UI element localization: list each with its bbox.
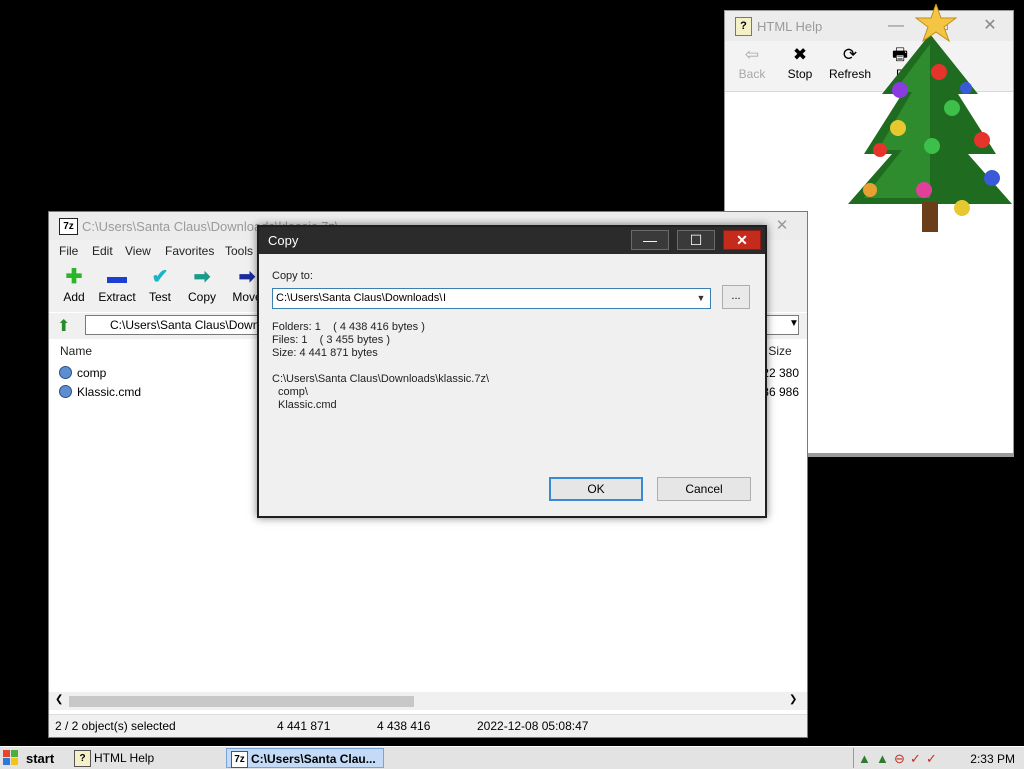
- system-tray: ▲ ▲ ⊖ ✓ ✓ 2:33 PM: [853, 748, 1024, 768]
- back-button[interactable]: ⇦ Back: [727, 43, 777, 81]
- menu-file[interactable]: File: [59, 244, 78, 258]
- christmas-tree-icon: [848, 4, 1012, 232]
- task-html-help[interactable]: ? HTML Help: [70, 748, 220, 768]
- copy-to-label: Copy to:: [272, 270, 313, 282]
- size-info: Size: 4 441 871 bytes: [272, 347, 378, 359]
- dialog-titlebar[interactable]: Copy — ☐ ✕: [259, 227, 765, 254]
- back-arrow-icon: ⇦: [744, 45, 760, 64]
- task-7zip[interactable]: 7z C:\Users\Santa Clau...: [226, 748, 384, 768]
- 7zip-icon: 7z: [59, 218, 78, 235]
- add-label: Add: [63, 290, 85, 304]
- 7zip-icon: 7z: [231, 751, 248, 768]
- maximize-icon[interactable]: ☐: [677, 230, 715, 250]
- help-icon: ?: [735, 17, 752, 36]
- item-packed: 86 986: [762, 385, 799, 399]
- destination-combobox[interactable]: C:\Users\Santa Claus\Downloads\ I ▼: [272, 288, 711, 309]
- column-name[interactable]: Name: [60, 344, 92, 358]
- status-bar: 2 / 2 object(s) selected 4 441 871 4 438…: [49, 714, 807, 737]
- extract-button[interactable]: ▬ Extract: [95, 264, 139, 304]
- text-cursor-icon: I: [443, 292, 447, 304]
- close-icon[interactable]: ✕: [765, 215, 799, 237]
- up-folder-icon[interactable]: ⬆: [57, 316, 70, 336]
- stop-button[interactable]: ✖ Stop: [775, 43, 825, 81]
- stop-icon: ✖: [792, 45, 808, 64]
- ok-button[interactable]: OK: [549, 477, 643, 501]
- copy-label: Copy: [187, 290, 216, 304]
- destination-text: C:\Users\Santa Claus\Downloads\: [276, 292, 443, 304]
- copy-button[interactable]: ➡ Copy: [185, 264, 219, 304]
- check-icon[interactable]: ✓: [926, 751, 937, 767]
- test-check-icon: ✔: [151, 266, 169, 288]
- network-icon[interactable]: ▲: [876, 751, 889, 766]
- dialog-title: Copy: [268, 233, 299, 248]
- test-label: Test: [148, 290, 171, 304]
- address-dropdown-icon[interactable]: ▼: [789, 318, 799, 329]
- network-icon[interactable]: ▲: [858, 751, 871, 766]
- folder-icon: [59, 366, 72, 379]
- item-name: Klassic.cmd: [77, 385, 142, 399]
- copy-dialog: Copy — ☐ ✕ Copy to: C:\Users\Santa Claus…: [257, 225, 767, 518]
- horizontal-scrollbar[interactable]: ❮ ❯: [49, 692, 807, 710]
- chevron-down-icon[interactable]: ▼: [694, 291, 708, 306]
- test-button[interactable]: ✔ Test: [143, 264, 177, 304]
- item-path: Klassic.cmd: [278, 399, 337, 411]
- add-plus-icon: ✚: [65, 266, 83, 288]
- files-info: Files: 1 ( 3 455 bytes ): [272, 334, 390, 346]
- archive-path: C:\Users\Santa Claus\Downloads\klassic.7…: [272, 373, 490, 385]
- clock[interactable]: 2:33 PM: [970, 752, 1015, 766]
- browse-button[interactable]: ...: [722, 285, 750, 309]
- item-path: comp\: [278, 386, 308, 398]
- taskbar: start ? HTML Help 7z C:\Users\Santa Clau…: [0, 746, 1024, 769]
- help-window-edge: [808, 454, 1014, 457]
- add-button[interactable]: ✚ Add: [57, 264, 91, 304]
- task-label: C:\Users\Santa Clau...: [251, 752, 376, 766]
- copy-arrow-icon: ➡: [193, 266, 211, 288]
- status-selected: 2 / 2 object(s) selected: [55, 719, 176, 733]
- volume-icon[interactable]: ⊖: [894, 751, 905, 767]
- scroll-left-icon[interactable]: ❮: [55, 694, 63, 705]
- status-modified: 2022-12-08 05:08:47: [477, 719, 589, 733]
- menu-view[interactable]: View: [125, 244, 151, 258]
- close-icon[interactable]: ✕: [723, 230, 761, 250]
- check-icon[interactable]: ✓: [910, 751, 921, 767]
- menu-favorites[interactable]: Favorites: [165, 244, 214, 258]
- windows-logo-icon: [3, 750, 18, 765]
- start-button[interactable]: start: [0, 747, 58, 769]
- folders-info: Folders: 1 ( 4 438 416 bytes ): [272, 321, 425, 333]
- menu-edit[interactable]: Edit: [92, 244, 113, 258]
- minimize-icon[interactable]: —: [631, 230, 669, 250]
- extract-minus-icon: ▬: [107, 266, 127, 288]
- scroll-right-icon[interactable]: ❯: [789, 694, 797, 705]
- help-icon: ?: [74, 750, 91, 767]
- item-name: comp: [77, 366, 107, 380]
- cancel-button[interactable]: Cancel: [657, 477, 751, 501]
- file-icon: [59, 385, 72, 398]
- back-label: Back: [738, 67, 766, 81]
- status-size: 4 441 871: [277, 719, 331, 733]
- scroll-thumb[interactable]: [69, 696, 414, 707]
- start-label: start: [26, 751, 55, 766]
- help-title: HTML Help: [757, 19, 823, 34]
- stop-label: Stop: [787, 67, 813, 81]
- status-packed: 4 438 416: [377, 719, 431, 733]
- menu-tools[interactable]: Tools: [225, 244, 253, 258]
- extract-label: Extract: [98, 290, 136, 304]
- task-label: HTML Help: [94, 751, 155, 765]
